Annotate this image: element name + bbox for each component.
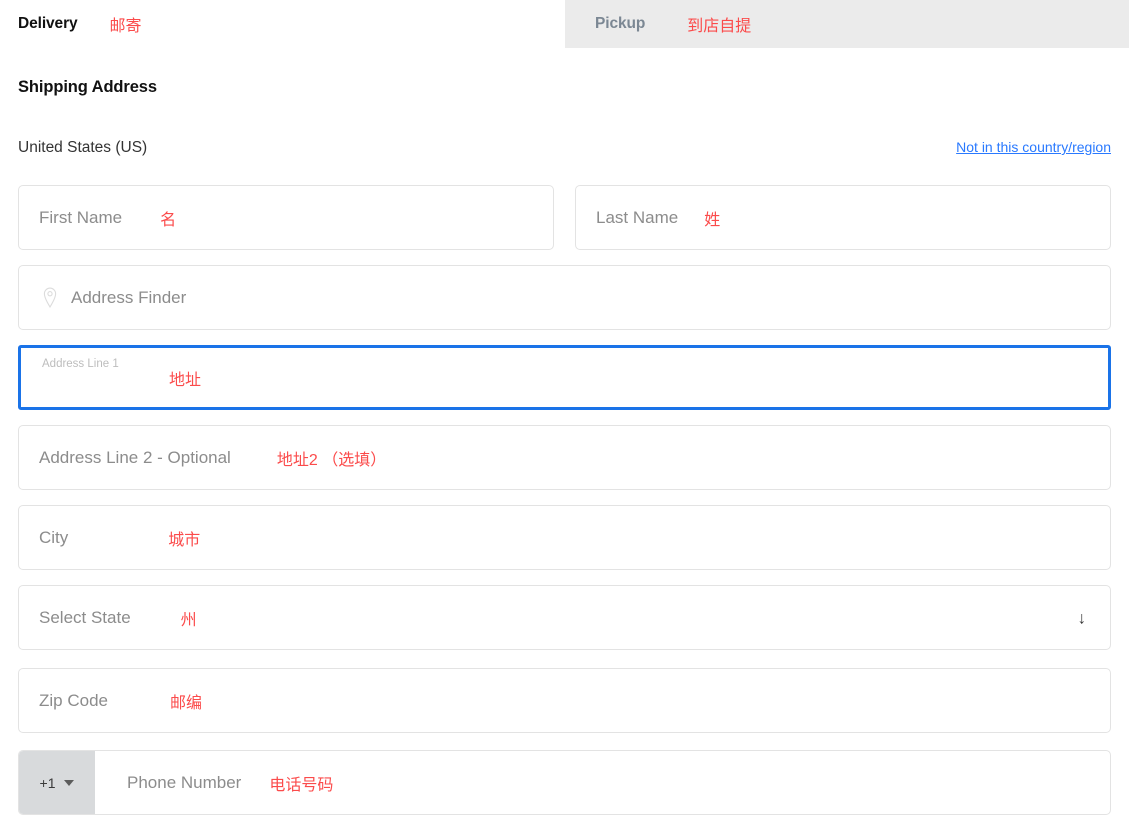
first-name-placeholder: First Name [19, 208, 122, 228]
zip-code-placeholder: Zip Code [19, 691, 108, 711]
tab-delivery-annotation: 邮寄 [110, 12, 142, 36]
phone-annotation: 电话号码 [269, 771, 333, 795]
zip-code-annotation: 邮编 [170, 689, 202, 713]
checkout-shipping-page: Delivery 邮寄 Pickup 到店自提 Shipping Address… [0, 0, 1129, 829]
map-pin-icon [41, 287, 59, 309]
last-name-placeholder: Last Name [576, 208, 678, 228]
address-line-1-label: Address Line 1 [42, 358, 119, 370]
down-arrow-icon[interactable]: ↓ [1078, 609, 1087, 626]
phone-country-code-select[interactable]: +1 [19, 751, 95, 814]
country-row: United States (US) Not in this country/r… [18, 139, 1111, 161]
state-placeholder: Select State [19, 608, 131, 628]
city-placeholder: City [19, 528, 68, 548]
address-line-2-annotation: 地址2 （选填） [277, 446, 386, 470]
address-line-1-annotation: 地址 [169, 366, 201, 390]
city-field[interactable]: City 城市 [18, 505, 1111, 570]
address-finder-field[interactable]: Address Finder [18, 265, 1111, 330]
phone-field[interactable]: +1 Phone Number 电话号码 [18, 750, 1111, 815]
caret-down-icon [64, 780, 74, 786]
tab-pickup-label: Pickup [595, 15, 645, 33]
city-annotation: 城市 [168, 526, 200, 550]
first-name-field[interactable]: First Name 名 [18, 185, 554, 250]
tab-pickup-annotation: 到店自提 [687, 12, 751, 36]
address-line-1-field[interactable]: Address Line 1 地址 [18, 345, 1111, 410]
page-title: Shipping Address [18, 78, 157, 97]
country-name: United States (US) [18, 139, 147, 157]
phone-country-code: +1 [40, 775, 56, 791]
first-name-annotation: 名 [160, 206, 176, 230]
fulfillment-tab-bar: Delivery 邮寄 Pickup 到店自提 [0, 0, 1129, 48]
state-annotation: 州 [181, 606, 197, 630]
tab-delivery[interactable]: Delivery 邮寄 [0, 0, 565, 48]
address-line-2-placeholder: Address Line 2 - Optional [19, 448, 231, 468]
last-name-annotation: 姓 [704, 206, 720, 230]
tab-delivery-label: Delivery [18, 15, 78, 33]
state-select[interactable]: Select State 州 ↓ [18, 585, 1111, 650]
phone-placeholder: Phone Number [127, 773, 241, 793]
change-country-link[interactable]: Not in this country/region [956, 139, 1111, 155]
address-finder-placeholder: Address Finder [71, 288, 186, 308]
last-name-field[interactable]: Last Name 姓 [575, 185, 1111, 250]
zip-code-field[interactable]: Zip Code 邮编 [18, 668, 1111, 733]
tab-pickup[interactable]: Pickup 到店自提 [565, 0, 1129, 48]
address-line-2-field[interactable]: Address Line 2 - Optional 地址2 （选填） [18, 425, 1111, 490]
